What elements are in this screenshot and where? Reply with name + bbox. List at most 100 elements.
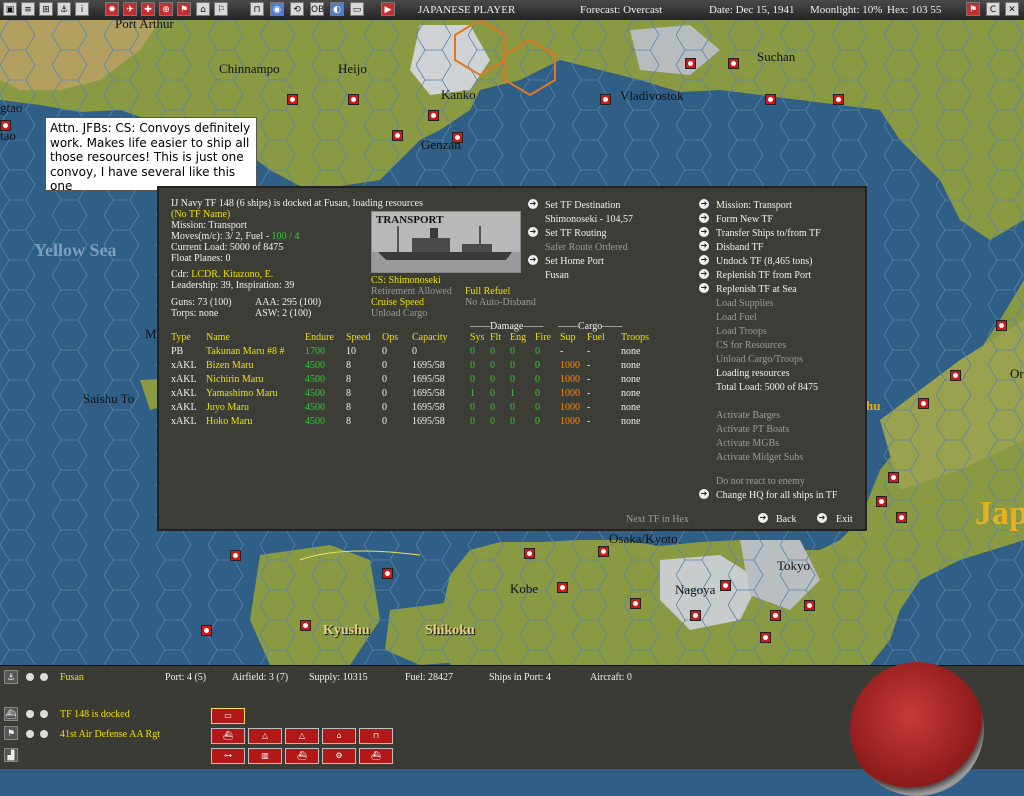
replay-icon[interactable]: ⟲ — [290, 2, 304, 16]
filter-icon-9[interactable]: ⚙ — [322, 748, 356, 764]
arrow-right-icon[interactable]: ➔ — [699, 213, 709, 223]
arrow-right-icon[interactable]: ➔ — [758, 513, 768, 523]
weather-icon[interactable]: ⚑ — [177, 2, 191, 16]
ground-unit[interactable]: 41st Air Defense AA Rgt — [60, 729, 160, 740]
filter-icon-2[interactable]: △ — [248, 728, 282, 744]
ship-icon[interactable]: ⚓ — [57, 2, 71, 16]
base-marker[interactable] — [950, 370, 961, 381]
base-marker[interactable] — [888, 472, 899, 483]
load-troops-button[interactable]: Load Troops — [716, 326, 767, 338]
base-marker[interactable] — [287, 94, 298, 105]
table-cell[interactable]: Yamashimo Maru — [206, 388, 277, 400]
flag-icon[interactable]: ✹ — [105, 2, 119, 16]
filter-icon-10[interactable]: ⛴ — [359, 748, 393, 764]
map-icon[interactable]: ▣ — [3, 2, 17, 16]
ob-icon[interactable]: OB — [310, 2, 324, 16]
filter-icon-1[interactable]: ⛴ — [211, 728, 245, 744]
base-name[interactable]: Fusan — [60, 672, 84, 683]
base-marker[interactable] — [833, 94, 844, 105]
replenish-sea-button[interactable]: Replenish TF at Sea — [716, 284, 797, 296]
base-marker[interactable] — [201, 625, 212, 636]
ship-filter-button[interactable]: ▭ — [211, 708, 245, 724]
flag-icon[interactable]: ⚑ — [4, 726, 18, 740]
info-icon[interactable]: i — [75, 2, 89, 16]
arrow-right-icon[interactable]: ➔ — [699, 255, 709, 265]
arrow-right-icon[interactable]: ➔ — [699, 269, 709, 279]
map-toggle-icon[interactable]: ⚑ — [966, 2, 980, 16]
base-marker[interactable] — [896, 512, 907, 523]
base-marker[interactable] — [382, 568, 393, 579]
activate-pt-boats-button[interactable]: Activate PT Boats — [716, 424, 789, 436]
filter-icon-3[interactable]: △ — [285, 728, 319, 744]
base-marker[interactable] — [598, 546, 609, 557]
base-marker[interactable] — [770, 610, 781, 621]
radar-dial[interactable] — [850, 662, 984, 796]
activate-midget-subs-button[interactable]: Activate Midget Subs — [716, 452, 803, 464]
no-react-button[interactable]: Do not react to enemy — [716, 476, 805, 488]
table-cell[interactable]: Bizen Maru — [206, 360, 254, 372]
load-supplies-button[interactable]: Load Supplies — [716, 298, 774, 310]
commander-link[interactable]: LCDR. Kitazono, E. — [191, 269, 273, 280]
plane-icon[interactable]: ✈ — [123, 2, 137, 16]
save-icon[interactable]: ◐ — [330, 2, 344, 16]
prev-icon[interactable] — [26, 673, 34, 681]
exit-button[interactable]: Exit — [836, 514, 853, 526]
base-icon[interactable]: ⌂ — [196, 2, 210, 16]
prev-icon[interactable] — [26, 710, 34, 718]
table-cell[interactable]: Nichirin Maru — [206, 374, 264, 386]
filter-icon-6[interactable]: ⊶ — [211, 748, 245, 764]
base-marker[interactable] — [760, 632, 771, 643]
base-marker[interactable] — [804, 600, 815, 611]
cs-resources-button[interactable]: CS for Resources — [716, 340, 786, 352]
arrow-right-icon[interactable]: ➔ — [528, 227, 538, 237]
base-marker[interactable] — [728, 58, 739, 69]
replenish-port-button[interactable]: Replenish TF from Port — [716, 270, 811, 282]
base-marker[interactable] — [876, 496, 887, 507]
base-marker[interactable] — [600, 94, 611, 105]
arrow-right-icon[interactable]: ➔ — [699, 227, 709, 237]
base-marker[interactable] — [428, 110, 439, 121]
chart-icon[interactable]: ▟ — [4, 748, 18, 762]
ship-icon[interactable]: ⛴ — [4, 707, 18, 721]
next-icon[interactable] — [40, 673, 48, 681]
report-icon[interactable]: ≡ — [21, 2, 35, 16]
arrow-right-icon[interactable]: ➔ — [528, 255, 538, 265]
base-marker[interactable] — [690, 610, 701, 621]
mission-button[interactable]: Mission: Transport — [716, 200, 792, 212]
arrow-right-icon[interactable]: ➔ — [699, 241, 709, 251]
arrow-right-icon[interactable]: ➔ — [699, 199, 709, 209]
base-marker[interactable] — [392, 130, 403, 141]
base-marker[interactable] — [230, 550, 241, 561]
arrow-right-icon[interactable]: ➔ — [699, 283, 709, 293]
base-marker[interactable] — [630, 598, 641, 609]
group-icon[interactable]: ⊞ — [39, 2, 53, 16]
c-icon[interactable]: C — [986, 2, 1000, 16]
filter-icon-7[interactable]: ▥ — [248, 748, 282, 764]
play-icon[interactable]: ▶ — [381, 2, 395, 16]
arrow-right-icon[interactable]: ➔ — [817, 513, 827, 523]
activate-barges-button[interactable]: Activate Barges — [716, 410, 780, 422]
bridge-icon[interactable]: ⊓ — [250, 2, 264, 16]
next-icon[interactable] — [40, 730, 48, 738]
table-cell[interactable]: Juyo Maru — [206, 402, 249, 414]
tf-status[interactable]: TF 148 is docked — [60, 709, 130, 720]
table-cell[interactable]: Hoko Maru — [206, 416, 252, 428]
undock-tf-button[interactable]: Undock TF (8,465 tons) — [716, 256, 812, 268]
base-marker[interactable] — [524, 548, 535, 559]
unload-cargo-button[interactable]: Unload Cargo/Troops — [716, 354, 803, 366]
arrow-right-icon[interactable]: ➔ — [528, 199, 538, 209]
change-hq-button[interactable]: Change HQ for all ships in TF — [716, 490, 837, 502]
next-tf-button[interactable]: Next TF in Hex — [626, 514, 689, 526]
next-icon[interactable] — [40, 710, 48, 718]
base-marker[interactable] — [765, 94, 776, 105]
base-marker[interactable] — [918, 398, 929, 409]
form-new-tf-button[interactable]: Form New TF — [716, 214, 773, 226]
back-button[interactable]: Back — [776, 514, 797, 526]
base-marker[interactable] — [720, 580, 731, 591]
set-routing-button[interactable]: Set TF Routing — [545, 228, 607, 240]
target-icon[interactable]: ⊕ — [159, 2, 173, 16]
base-marker[interactable] — [300, 620, 311, 631]
set-home-port-button[interactable]: Set Home Port — [545, 256, 604, 268]
table-cell[interactable]: Takunan Maru #8 # — [206, 346, 284, 358]
tf-auto-disband[interactable]: No Auto-Disband — [465, 297, 536, 309]
